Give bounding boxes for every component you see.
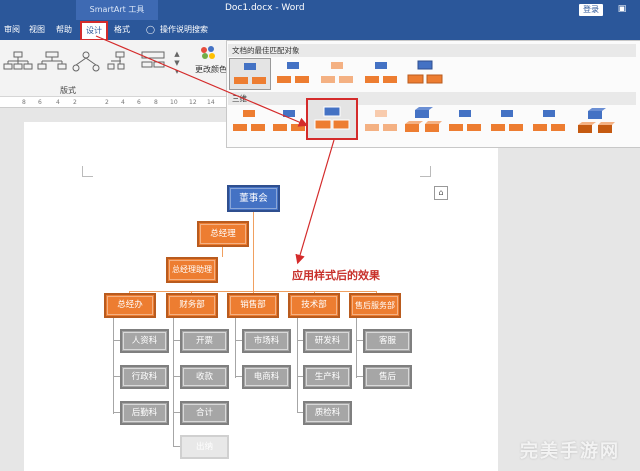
ruler-tick: 8	[22, 99, 26, 106]
org-node-department[interactable]: 技术部	[288, 293, 340, 318]
style-thumb-best-4[interactable]	[361, 58, 401, 88]
change-colors-button[interactable]: 更改颜色	[195, 64, 227, 75]
org-node-section[interactable]: 后勤科	[120, 401, 169, 425]
page-corner-mark	[82, 166, 93, 177]
org-node-section[interactable]: 开票	[180, 329, 229, 353]
document-gray-margin	[498, 146, 640, 471]
tab-review[interactable]: 审阅	[0, 20, 24, 40]
layout-thumb-4[interactable]	[104, 50, 136, 76]
org-node-section[interactable]: 电商科	[242, 365, 291, 389]
org-node-section[interactable]: 市场科	[242, 329, 291, 353]
style-thumb-best-5[interactable]	[405, 58, 445, 88]
gallery-header-3d: 三维	[228, 92, 636, 105]
tab-view[interactable]: 视图	[25, 20, 49, 40]
style-thumb-best-2[interactable]	[273, 58, 313, 88]
layout-scroll-arrows[interactable]: ▲ ▼ ▾	[172, 50, 182, 76]
org-node-section[interactable]: 售后	[363, 365, 412, 389]
ruler-tick: 10	[170, 99, 178, 106]
ruler-tick: 14	[207, 99, 215, 106]
ruler-tick: 4	[56, 99, 60, 106]
tab-format[interactable]: 格式	[110, 20, 134, 40]
gallery-header-best-match: 文档的最佳匹配对象	[228, 44, 636, 57]
layout-options-icon[interactable]: ⌂	[434, 186, 448, 200]
style-thumb-3d-4[interactable]	[361, 106, 401, 136]
style-thumb-3d-selected[interactable]	[306, 98, 358, 140]
style-thumb-3d-9[interactable]	[576, 106, 616, 136]
ruler-tick: 2	[73, 99, 77, 106]
style-thumb-3d-2[interactable]	[269, 106, 309, 136]
layout-thumb-2[interactable]	[36, 50, 68, 76]
smartart-tools-label: SmartArt 工具	[76, 0, 158, 20]
layout-thumb-5[interactable]	[138, 50, 170, 76]
org-node-chairman[interactable]: 董事会	[227, 185, 280, 212]
layout-thumb-1[interactable]	[2, 50, 34, 76]
ruler-tick: 2	[105, 99, 109, 106]
style-thumb-3d-7[interactable]	[487, 106, 527, 136]
org-node-section[interactable]: 行政科	[120, 365, 169, 389]
style-thumb-3d-1[interactable]	[229, 106, 269, 136]
ruler-tick: 8	[154, 99, 158, 106]
color-palette-icon	[201, 46, 215, 59]
layout-group-label: 版式	[60, 86, 76, 95]
org-node-section[interactable]: 客服	[363, 329, 412, 353]
ruler-tick: 6	[38, 99, 42, 106]
style-thumb-3d-selected-preview	[314, 106, 350, 130]
style-thumb-3d-5[interactable]	[403, 106, 443, 136]
tell-me-search[interactable]: 操作说明搜索	[156, 20, 212, 40]
ruler-tick: 4	[121, 99, 125, 106]
org-node-section[interactable]: 人资科	[120, 329, 169, 353]
layout-thumb-3[interactable]	[70, 50, 102, 76]
org-node-department[interactable]: 售后服务部	[349, 293, 401, 318]
style-thumb-best-1[interactable]	[229, 58, 271, 90]
ribbon-display-icon[interactable]: ▣	[616, 4, 628, 14]
ruler-tick: 6	[137, 99, 141, 106]
org-node-section-faded[interactable]: 出纳	[180, 435, 229, 459]
org-node-section[interactable]: 研发科	[303, 329, 352, 353]
login-button[interactable]: 登录	[579, 4, 603, 16]
result-annotation: 应用样式后的效果	[292, 269, 380, 282]
tab-design[interactable]: 设计	[80, 21, 108, 41]
ruler-tick: 12	[189, 99, 197, 106]
org-node-gm[interactable]: 总经理	[197, 221, 249, 247]
style-thumb-3d-8[interactable]	[529, 106, 569, 136]
style-thumb-best-3[interactable]	[317, 58, 357, 88]
document-title: Doc1.docx - Word	[225, 3, 305, 13]
watermark: 完美手游网	[520, 441, 620, 462]
org-node-section[interactable]: 生产科	[303, 365, 352, 389]
tab-help[interactable]: 帮助	[52, 20, 76, 40]
style-thumb-3d-6[interactable]	[445, 106, 485, 136]
org-node-section[interactable]: 合计	[180, 401, 229, 425]
org-node-section[interactable]: 收款	[180, 365, 229, 389]
org-node-department[interactable]: 总经办	[104, 293, 156, 318]
page-corner-mark	[420, 166, 431, 177]
org-node-department[interactable]: 销售部	[227, 293, 279, 318]
org-node-assistant[interactable]: 总经理助理	[166, 257, 218, 283]
org-node-section[interactable]: 质检科	[303, 401, 352, 425]
org-node-department[interactable]: 财务部	[166, 293, 218, 318]
